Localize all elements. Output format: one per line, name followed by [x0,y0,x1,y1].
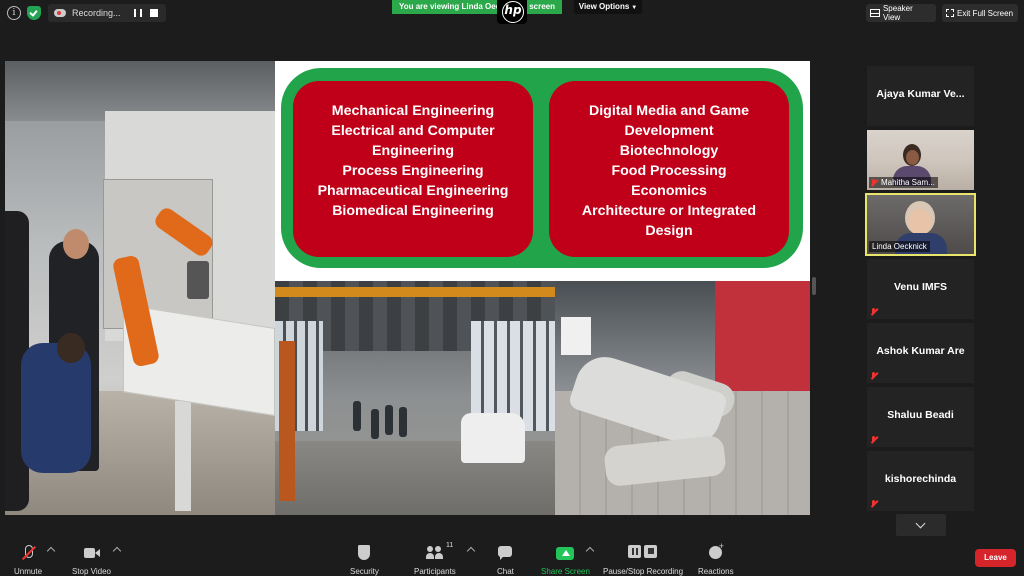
security-label: Security [350,567,379,576]
program-line: Design [645,223,693,239]
participant-video-tile[interactable]: Mahitha Sam... [867,130,974,190]
viewing-screen-banner: You are viewing Linda Oecknick's screen [392,0,562,14]
chevron-down-icon: ▼ [631,5,638,11]
program-line: Food Processing [611,163,727,179]
recording-label: Recording... [72,8,121,18]
info-icon[interactable]: i [7,6,21,20]
speaker-view-icon [870,9,880,17]
mic-muted-icon [870,436,878,444]
mic-muted-icon [870,308,878,316]
stop-video-label: Stop Video [72,567,111,576]
emoji-plus-icon [708,541,724,561]
chat-bubble-icon [497,545,513,561]
gallery-scrollbar[interactable] [812,277,816,295]
participant-tile[interactable]: Ashok Kumar Are [867,323,974,383]
cloud-record-icon [54,9,66,17]
speaker-view-button[interactable]: Speaker View [866,4,936,22]
pause-stop-icon [628,545,658,561]
program-line: Digital Media and Game [588,103,750,119]
workshop-hall-photo [275,281,555,515]
program-line: Biomedical Engineering [332,203,494,219]
view-options-label: View Options [578,2,630,11]
recording-indicator: Recording... [48,4,166,22]
mic-muted-icon [870,500,878,508]
share-screen-label: Share Screen [541,567,590,576]
meeting-toolbar: Unmute Stop Video Security Participants … [0,537,1024,576]
stop-recording-icon[interactable] [150,9,158,17]
gallery-next-button[interactable] [896,514,946,536]
mic-muted-icon [870,372,878,380]
pause-recording-icon[interactable] [134,9,142,17]
slide-programs: Mechanical Engineering Electrical and Co… [275,61,810,281]
mic-muted-icon [20,545,36,561]
lab-robot-photo [5,61,275,515]
participant-tile[interactable]: Venu IMFS [867,259,974,319]
engineering-programs-box: Mechanical Engineering Electrical and Co… [293,81,533,257]
top-bar: i Recording... You are viewing Linda Oec… [0,0,1024,26]
leave-button[interactable]: Leave [975,549,1016,567]
program-line: Economics [631,183,707,199]
pause-stop-recording-button[interactable]: Pause/Stop Recording [603,539,683,576]
participants-count: 11 [446,542,454,549]
participant-name: Ajaya Kumar Ve... [876,88,965,100]
share-screen-icon [556,545,575,561]
participant-name: Linda Oecknick [872,242,927,251]
camera-icon [83,545,100,561]
program-line: Pharmaceutical Engineering [317,183,509,199]
participant-label: Mahitha Sam... [869,177,938,188]
video-options-caret[interactable] [112,546,122,556]
participants-options-caret[interactable] [466,546,476,556]
program-line: Process Engineering [342,163,484,179]
participant-tile[interactable]: Ajaya Kumar Ve... [867,66,974,126]
mic-muted-icon [870,179,878,187]
program-line: Electrical and Computer [331,123,495,139]
speaker-view-label: Speaker View [882,4,913,22]
green-frame: Mechanical Engineering Electrical and Co… [281,68,803,268]
shield-icon [356,545,372,561]
other-programs-box: Digital Media and Game Development Biote… [549,81,789,257]
program-line: Development [624,123,714,139]
view-options-button[interactable]: View Options ▼ [574,0,642,14]
active-speaker-tile[interactable]: Linda Oecknick [865,193,976,256]
participant-label: Linda Oecknick [869,241,930,252]
participant-name: Venu IMFS [893,281,948,293]
shared-screen: Mechanical Engineering Electrical and Co… [5,61,810,515]
lounge-chairs-photo [555,281,810,515]
exit-fullscreen-label: Exit Full Screen [957,8,1014,18]
participant-name: Mahitha Sam... [881,178,935,187]
participant-tile[interactable]: kishorechinda [867,451,974,511]
stop-video-button[interactable]: Stop Video [72,539,111,576]
pause-stop-recording-label: Pause/Stop Recording [603,567,684,576]
reactions-label: Reactions [698,567,734,576]
program-line: Architecture or Integrated [581,203,757,219]
zoom-meeting-window: i Recording... You are viewing Linda Oec… [0,0,1024,576]
participants-label: Participants [414,567,456,576]
chat-button[interactable]: Chat [497,539,514,576]
hp-logo-icon [497,0,527,24]
audio-options-caret[interactable] [46,546,56,556]
chat-label: Chat [497,567,514,576]
people-icon [425,545,443,561]
security-button[interactable]: Security [350,539,379,576]
participant-name: Shaluu Beadi [887,409,954,421]
unmute-label: Unmute [14,567,43,576]
encryption-shield-icon[interactable] [27,6,41,20]
program-line: Mechanical Engineering [331,103,495,119]
participant-name: kishorechinda [884,473,957,485]
share-screen-button[interactable]: Share Screen [541,539,590,576]
program-line: Engineering [372,143,454,159]
reactions-button[interactable]: Reactions [698,539,734,576]
unmute-button[interactable]: Unmute [14,539,42,576]
participant-tile[interactable]: Shaluu Beadi [867,387,974,447]
exit-fullscreen-button[interactable]: Exit Full Screen [942,4,1018,22]
program-line: Biotechnology [619,143,719,159]
exit-fullscreen-icon [946,9,954,17]
participant-name: Ashok Kumar Are [876,345,965,357]
